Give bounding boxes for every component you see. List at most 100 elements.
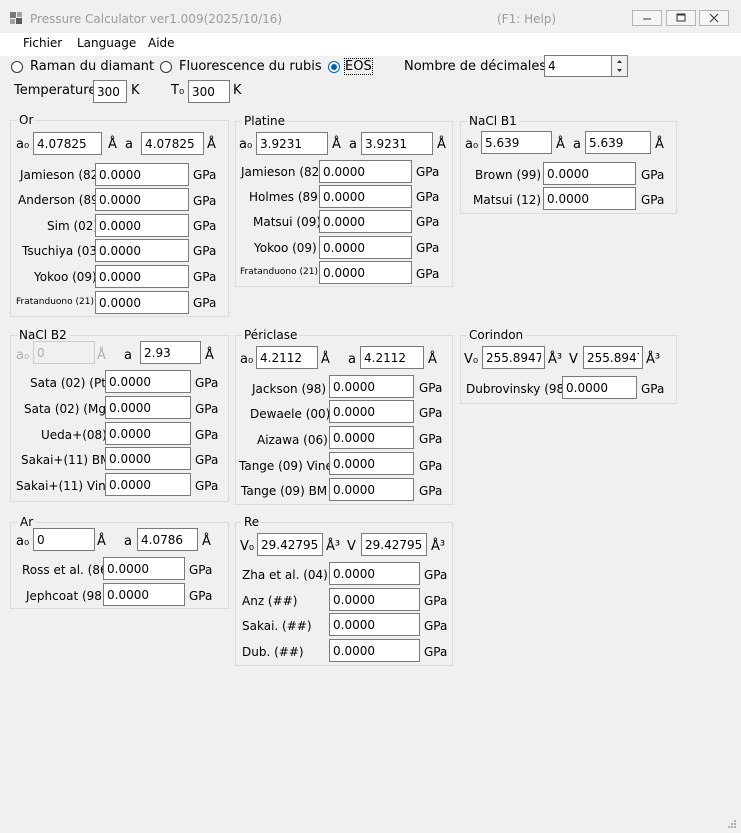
re-v-input[interactable] <box>361 533 427 556</box>
naclb2-a-label: a <box>124 348 132 363</box>
menu-aide[interactable]: Aide <box>148 36 175 50</box>
or-row-label: Tsuchiya (03) <box>22 244 102 258</box>
temperature-unit: K <box>131 83 140 98</box>
periclase-row-value[interactable] <box>329 400 414 423</box>
decimals-stepper[interactable] <box>611 55 628 77</box>
or-row-value[interactable] <box>95 265 189 288</box>
platine-row-value[interactable] <box>319 261 412 284</box>
or-a0-input[interactable] <box>33 132 102 155</box>
decimals-label: Nombre de décimales <box>404 59 547 74</box>
or-row-value[interactable] <box>95 291 189 314</box>
radio-rubis-label[interactable]: Fluorescence du rubis <box>179 59 322 74</box>
or-a-input[interactable] <box>141 132 204 155</box>
platine-row-unit: GPa <box>416 267 440 281</box>
periclase-row-value[interactable] <box>329 478 414 501</box>
periclase-row-label: Tange (09) Vinet <box>239 459 338 473</box>
naclb1-row-unit: GPa <box>641 168 665 182</box>
t0-label: T₀ <box>171 83 185 98</box>
or-row-value[interactable] <box>95 188 189 211</box>
re-row-unit: GPa <box>424 645 448 659</box>
naclb2-row-value[interactable] <box>105 396 191 419</box>
re-row-label: Anz (##) <box>242 594 298 608</box>
chevron-down-icon <box>617 69 622 72</box>
periclase-a0-unit: Å <box>321 352 330 367</box>
decimals-input[interactable] <box>544 55 612 77</box>
naclb1-a-input[interactable] <box>585 131 651 154</box>
close-button[interactable] <box>699 10 729 26</box>
group-corindon-title: Corindon <box>467 328 526 342</box>
naclb2-row-label: Sata (02) (Pt) <box>30 376 111 390</box>
minimize-button[interactable] <box>632 10 662 26</box>
maximize-button[interactable] <box>666 10 696 26</box>
re-row-unit: GPa <box>424 594 448 608</box>
periclase-a0-input[interactable] <box>256 346 318 369</box>
naclb2-row-value[interactable] <box>105 473 191 496</box>
naclb1-a0-input[interactable] <box>481 131 552 154</box>
naclb2-row-value[interactable] <box>105 422 191 445</box>
platine-row-value[interactable] <box>319 160 412 183</box>
naclb2-a0-unit: Å <box>97 348 106 363</box>
radio-rubis[interactable] <box>160 61 172 73</box>
platine-row-value[interactable] <box>319 236 412 259</box>
periclase-a-input[interactable] <box>360 346 424 369</box>
corindon-row-label: Dubrovinsky (98) <box>466 382 569 396</box>
re-v0-input[interactable] <box>257 533 323 556</box>
naclb2-row-unit: GPa <box>195 453 219 467</box>
platine-a-label: a <box>349 137 357 152</box>
corindon-v0-input[interactable] <box>482 346 545 369</box>
or-row-value[interactable] <box>95 163 189 186</box>
ar-row-value[interactable] <box>103 583 185 606</box>
radio-raman[interactable] <box>11 61 23 73</box>
naclb1-row-value[interactable] <box>543 187 636 210</box>
naclb2-row-unit: GPa <box>195 428 219 442</box>
or-row-label: Jamieson (82) <box>20 168 103 182</box>
re-row-value[interactable] <box>329 562 420 585</box>
periclase-row-unit: GPa <box>419 381 443 395</box>
ar-a0-input[interactable] <box>33 528 95 551</box>
naclb2-a-unit: Å <box>205 348 214 363</box>
periclase-row-label: Dewaele (00) <box>250 407 331 421</box>
periclase-row-value[interactable] <box>329 452 414 475</box>
re-row-value[interactable] <box>329 639 420 662</box>
platine-row-value[interactable] <box>319 210 412 233</box>
menu-language[interactable]: Language <box>77 36 136 50</box>
platine-a0-input[interactable] <box>256 132 328 155</box>
or-a0-label: a₀ <box>16 137 30 152</box>
periclase-row-label: Tange (09) BM <box>241 484 328 498</box>
naclb1-row-value[interactable] <box>543 162 636 185</box>
platine-a-input[interactable] <box>361 132 433 155</box>
radio-eos-label[interactable]: EOS <box>344 58 373 75</box>
temperature-input[interactable] <box>93 80 127 103</box>
naclb2-a0-input <box>33 341 95 364</box>
ar-a0-label: a₀ <box>16 534 30 549</box>
or-a-label: a <box>125 137 133 152</box>
re-row-value[interactable] <box>329 588 420 611</box>
platine-row-unit: GPa <box>416 215 440 229</box>
group-periclase-title: Périclase <box>242 328 300 342</box>
radio-raman-label[interactable]: Raman du diamant <box>30 59 154 74</box>
or-row-unit: GPa <box>193 270 217 284</box>
radio-eos[interactable] <box>328 61 340 73</box>
t0-input[interactable] <box>188 80 230 103</box>
ar-row-value[interactable] <box>103 557 185 580</box>
periclase-row-value[interactable] <box>329 375 414 398</box>
menu-fichier[interactable]: Fichier <box>23 36 62 50</box>
re-row-label: Dub. (##) <box>242 645 304 659</box>
naclb2-row-value[interactable] <box>105 447 191 470</box>
platine-a-unit: Å <box>437 137 446 152</box>
platine-row-unit: GPa <box>416 241 440 255</box>
naclb1-row-label: Brown (99) <box>475 168 542 182</box>
platine-row-value[interactable] <box>319 185 412 208</box>
or-row-value[interactable] <box>95 239 189 262</box>
platine-a0-label: a₀ <box>239 137 253 152</box>
group-or-title: Or <box>17 113 36 127</box>
periclase-row-value[interactable] <box>329 426 414 449</box>
or-row-value[interactable] <box>95 214 189 237</box>
naclb2-row-value[interactable] <box>105 370 191 393</box>
corindon-row-value[interactable] <box>562 376 637 399</box>
resize-grip-icon[interactable] <box>726 818 738 830</box>
corindon-v-input[interactable] <box>583 346 643 369</box>
re-row-value[interactable] <box>329 613 420 636</box>
ar-a-input[interactable] <box>137 528 198 551</box>
naclb2-a-input[interactable] <box>140 341 201 364</box>
